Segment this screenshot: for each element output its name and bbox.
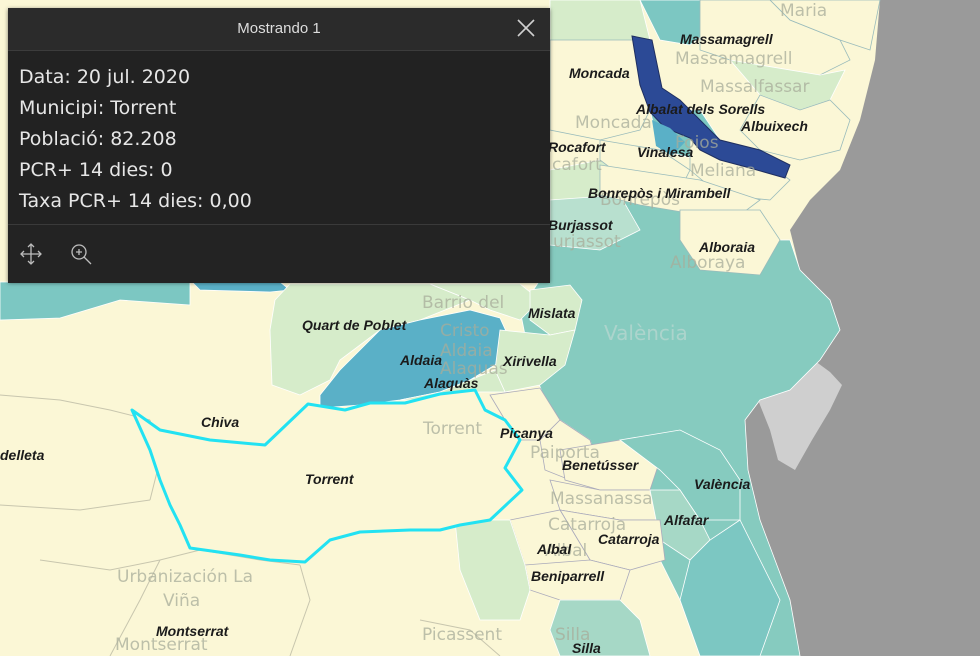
basemap-label-rocafort: cafort bbox=[552, 155, 602, 175]
region-west-teal[interactable] bbox=[191, 281, 292, 293]
label-burjassot: Burjassot bbox=[548, 217, 614, 233]
basemap-label-torrent: Torrent bbox=[422, 419, 482, 439]
label-xirivella: Xirivella bbox=[502, 353, 557, 369]
basemap-label-urbanizacion: Urbanización La bbox=[117, 567, 253, 587]
label-albuixech: Albuixech bbox=[740, 118, 808, 134]
basemap-label-massanassa: Massanassa bbox=[550, 489, 653, 509]
label-mislata: Mislata bbox=[528, 305, 576, 321]
label-alaquas: Alaquàs bbox=[423, 375, 479, 391]
basemap-label-massalfassar: Massalfassar bbox=[700, 77, 809, 97]
label-valencia: València bbox=[694, 476, 751, 492]
move-icon[interactable] bbox=[18, 241, 44, 267]
label-quart: Quart de Poblet bbox=[302, 317, 408, 333]
label-moncada: Moncada bbox=[569, 65, 630, 81]
basemap-label-alboraya: Alboraya bbox=[670, 253, 745, 273]
popup-header: Mostrando 1 bbox=[8, 8, 550, 51]
label-picanya: Picanya bbox=[500, 425, 553, 441]
basemap-label-valencia: València bbox=[604, 321, 688, 345]
label-massamagrell: Massamagrell bbox=[680, 31, 774, 47]
basemap-label-picassent: Picassent bbox=[422, 625, 502, 645]
basemap-label-maria: Maria bbox=[780, 1, 827, 21]
popup-title: Mostrando 1 bbox=[237, 20, 321, 37]
label-chiva: Chiva bbox=[201, 414, 239, 430]
label-cheste: delleta bbox=[0, 447, 45, 463]
label-bonrepos: Bonrepòs i Mirambell bbox=[588, 185, 731, 201]
basemap-label-cristo: Cristo bbox=[440, 321, 490, 341]
label-albalat: Albalat dels Sorells bbox=[635, 101, 765, 117]
label-aldaia: Aldaia bbox=[399, 352, 442, 368]
label-alboraia: Alboraia bbox=[698, 239, 755, 255]
label-vinalesa: Vinalesa bbox=[637, 144, 694, 160]
label-catarroja: Catarroja bbox=[598, 531, 660, 547]
field-taxa: Taxa PCR+ 14 dies: 0,00 bbox=[19, 190, 252, 212]
label-albal: Albal bbox=[536, 541, 572, 557]
label-silla: Silla bbox=[572, 640, 601, 656]
basemap-label-massamagrell: Massamagrell bbox=[675, 49, 793, 69]
field-municipi: Municipi: Torrent bbox=[19, 97, 177, 119]
basemap-label-aldaia: Aldaia bbox=[440, 341, 493, 361]
field-pcr: PCR+ 14 dies: 0 bbox=[19, 159, 173, 181]
basemap-label-meliana: Meliana bbox=[690, 161, 756, 181]
feature-popup: Mostrando 1 Data: 20 jul. 2020 Municipi:… bbox=[8, 8, 550, 283]
field-poblacio: Població: 82.208 bbox=[19, 128, 177, 150]
field-data: Data: 20 jul. 2020 bbox=[19, 66, 191, 88]
popup-content: Data: 20 jul. 2020 Municipi: Torrent Pob… bbox=[19, 62, 252, 217]
zoom-in-icon[interactable] bbox=[68, 241, 94, 267]
basemap-label-barrio: Barrio del bbox=[422, 293, 504, 313]
close-icon[interactable] bbox=[514, 16, 538, 40]
basemap-label-vina: Viña bbox=[163, 591, 200, 611]
popup-actions bbox=[8, 224, 550, 283]
label-montserrat: Montserrat bbox=[156, 623, 230, 639]
label-benetusser: Benetússer bbox=[562, 457, 640, 473]
label-rocafort: Rocafort bbox=[548, 139, 607, 155]
label-torrent: Torrent bbox=[305, 471, 355, 487]
label-alfafar: Alfafar bbox=[663, 512, 710, 528]
basemap-label-burjassot: urjassot bbox=[553, 232, 621, 252]
label-beniparrell: Beniparrell bbox=[531, 568, 605, 584]
